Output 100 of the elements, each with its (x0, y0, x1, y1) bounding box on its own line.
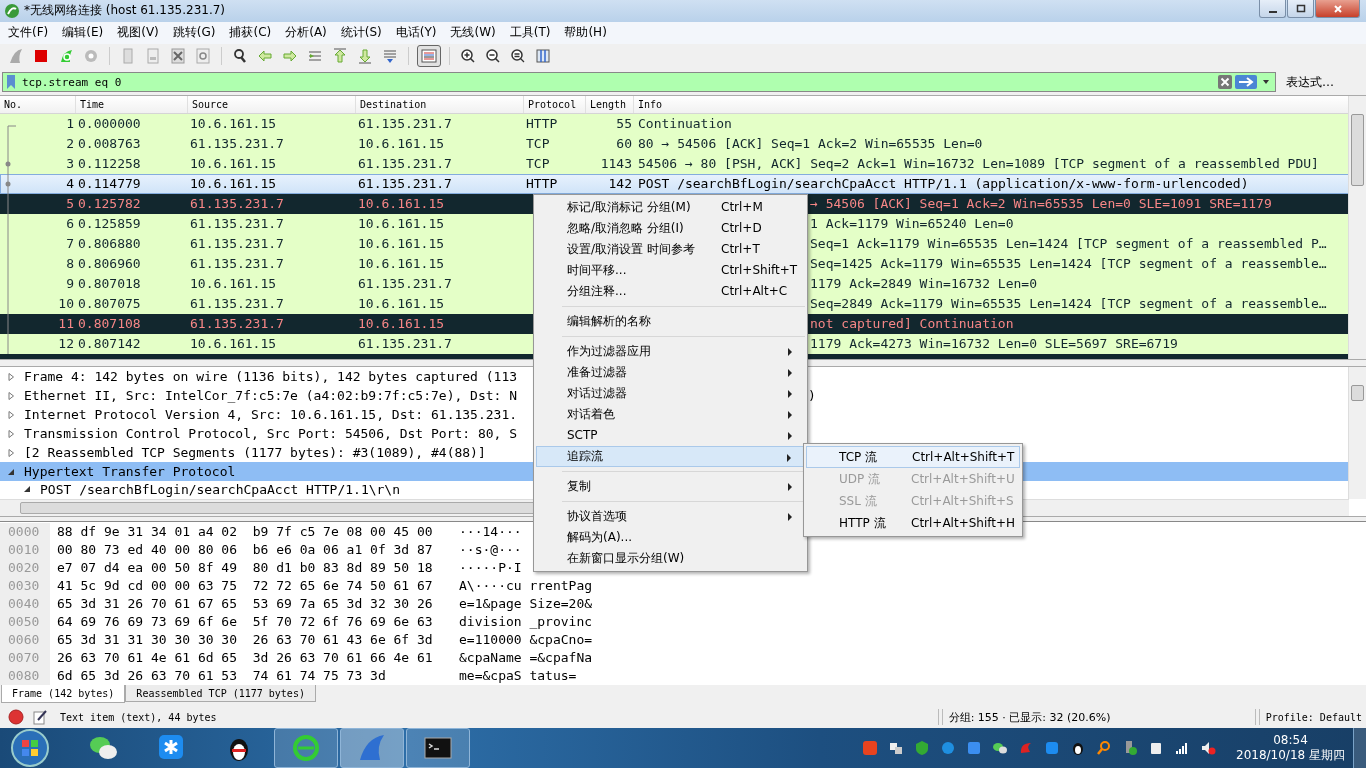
hex-bytes: 6d 65 3d 26 63 70 61 53 74 61 74 75 73 3d (56, 666, 387, 685)
table-cell-text: 61.135.231.7 (189, 195, 285, 214)
table-cell-text: 10.6.161.15 (189, 335, 278, 354)
table-cell-text: 61.135.231.7 (357, 335, 453, 354)
table-cell-text: 10.6.161.15 (189, 175, 278, 194)
table-cell-text: 0.000000 (77, 115, 142, 134)
hex-bytes: 65 3d 31 31 30 30 30 30 26 63 70 61 43 6e 6f 3d (56, 630, 434, 649)
table-cell-text: 0.807018 (77, 275, 142, 294)
hex-bytes: 64 69 76 69 73 69 6f 6e 5f 70 72 6f 76 69 6e 63 (56, 612, 434, 631)
ascii-text: e=1&page Size=20& (459, 594, 593, 613)
table-cell-text: 5 (65, 195, 75, 214)
table-cell-text: 1 Ack=1179 Win=65240 Len=0 (810, 215, 1014, 234)
tree-item-text: ) (808, 388, 816, 404)
status-text: Text item (text), 44 bytes (60, 711, 217, 723)
hex-bytes: 65 3d 31 26 70 61 67 65 53 69 7a 65 3d 32 30 26 (56, 594, 434, 613)
table-cell-text: 54506 → 80 [PSH, ACK] Seq=2 Ack=1 Win=16732 Len=1089 [TCP segment of a reassembled PDU] (637, 155, 1320, 174)
table-cell-text: → 54506 [ACK] Seq=1 Ack=2 Win=65535 Len=0 SLE=1091 SRE=1179 (810, 195, 1272, 214)
table-cell-text: Seq=1 Ack=1179 Win=65535 Len=1424 [TCP segment of a reassembled P… (810, 235, 1327, 254)
ascii-text: &cpaName =&cpafNa (459, 648, 593, 667)
table-cell-text: 0.806960 (77, 255, 142, 274)
table-cell-text: 6 (65, 215, 75, 234)
shortcut-label: Ctrl+Alt+Shift+H (911, 515, 1016, 532)
table-cell-text: 3 (65, 155, 75, 174)
shortcut-label: Ctrl+D (721, 220, 762, 237)
table-cell-text: 0.807075 (77, 295, 142, 314)
ascii-text: e=110000 &cpaCno= (459, 630, 593, 649)
table-cell-text: 10.6.161.15 (357, 195, 446, 214)
table-cell-text: 4 (65, 175, 75, 194)
hex-bytes: 00 80 73 ed 40 00 80 06 b6 e6 0a 06 a1 0f 3d 87 (56, 540, 434, 559)
table-cell-text: 1179 Ack=4273 Win=16732 Len=0 SLE=5697 SRE=6719 (810, 335, 1178, 354)
table-cell-text: 0.807142 (77, 335, 142, 354)
table-cell-text: 61.135.231.7 (357, 275, 453, 294)
table-cell-text: 61.135.231.7 (357, 175, 453, 194)
ascii-text: ·····P·I (459, 558, 522, 577)
shortcut-label: Ctrl+Shift+T (721, 262, 798, 279)
shortcut-label: Ctrl+Alt+Shift+T (912, 449, 1015, 466)
table-cell-text: 10.6.161.15 (357, 295, 446, 314)
table-cell-text: 142 (607, 175, 633, 194)
table-cell-text: not captured] Continuation (810, 315, 1014, 334)
shortcut-label: Ctrl+M (721, 199, 763, 216)
ascii-text: A\····cu rrentPag (459, 576, 593, 595)
table-cell-text: 2 (65, 135, 75, 154)
table-cell-text: Seq=2849 Ack=1179 Win=65535 Len=1424 [TCP segment of a reassemble… (810, 295, 1327, 314)
table-cell-text: 0.125859 (77, 215, 142, 234)
table-cell-text: 0.125782 (77, 195, 142, 214)
table-cell-text: 10.6.161.15 (357, 135, 446, 154)
hex-bytes: 26 63 70 61 4e 61 6d 65 3d 26 63 70 61 66 4e 61 (56, 648, 434, 667)
table-cell-text: 61.135.231.7 (189, 295, 285, 314)
table-cell-text: 10.6.161.15 (357, 235, 446, 254)
table-cell-text: 60 (615, 135, 633, 154)
table-cell-text: 0.806880 (77, 235, 142, 254)
table-cell-text: TCP (525, 135, 551, 154)
table-cell-text: 9 (65, 275, 75, 294)
table-cell-text: POST /searchBfLogin/searchCpaAcct HTTP/1.1 (application/x-www-form-urlencoded) (637, 175, 1250, 194)
table-cell-text: 1 (65, 115, 75, 134)
shortcut-label: Ctrl+Alt+Shift+U (911, 471, 1015, 488)
hex-bytes: 88 df 9e 31 34 01 a4 02 b9 7f c5 7e 08 00 45 00 (56, 522, 434, 541)
ascii-text: ···14··· (459, 522, 522, 541)
table-cell-text: 61.135.231.7 (189, 315, 285, 334)
table-cell-text: 80 → 54506 [ACK] Seq=1 Ack=2 Win=65535 Len=0 (637, 135, 984, 154)
table-cell-text: 11 (57, 315, 75, 334)
ascii-text: ··s·@··· (459, 540, 522, 559)
shortcut-label: Ctrl+Alt+Shift+S (911, 493, 1014, 510)
ascii-text: division _provinc (459, 612, 593, 631)
table-cell-text: 10 (57, 295, 75, 314)
offset-label: 0000 (0, 522, 50, 541)
table-cell-text: Seq=1425 Ack=1179 Win=65535 Len=1424 [TCP segment of a reassemble… (810, 255, 1327, 274)
table-cell-text: 0.807108 (77, 315, 142, 334)
table-cell-text: 10.6.161.15 (357, 255, 446, 274)
table-cell-text: 7 (65, 235, 75, 254)
table-cell-text: 1143 (599, 155, 633, 174)
table-cell-text: 10.6.161.15 (357, 215, 446, 234)
table-cell-text: 10.6.161.15 (189, 155, 278, 174)
shortcut-label: Ctrl+Alt+C (721, 283, 788, 300)
table-cell-text: HTTP (525, 175, 559, 194)
table-cell-text: 12 (57, 335, 75, 354)
table-cell-text: 61.135.231.7 (357, 155, 453, 174)
table-cell-text: 61.135.231.7 (357, 115, 453, 134)
table-cell-text: 61.135.231.7 (189, 255, 285, 274)
table-cell-text: 55 (615, 115, 633, 134)
table-cell-text: 10.6.161.15 (357, 315, 446, 334)
packet-count-text: 分组: 155 · 已显示: 32 (20.6%) (948, 709, 1112, 725)
hex-bytes: e7 07 d4 ea 00 50 8f 49 80 d1 b0 83 8d 89 50 18 (56, 558, 434, 577)
table-cell-text: 61.135.231.7 (189, 215, 285, 234)
shortcut-label: Ctrl+T (721, 241, 760, 258)
ascii-text: me=&cpaS tatus= (459, 666, 577, 685)
table-cell-text: 10.6.161.15 (189, 115, 278, 134)
table-cell-text: 8 (65, 255, 75, 274)
table-cell-text: 0.114779 (77, 175, 142, 194)
table-cell-text: Continuation (637, 115, 733, 134)
table-cell-text: 0.112258 (77, 155, 142, 174)
table-cell-text: HTTP (525, 115, 559, 134)
window-title: *无线网络连接 (host 61.135.231.7) (24, 2, 226, 20)
table-cell-text: TCP (525, 155, 551, 174)
table-cell-text: 61.135.231.7 (189, 235, 285, 254)
hex-bytes: 41 5c 9d cd 00 00 63 75 72 72 65 6e 74 50 61 67 (56, 576, 434, 595)
table-cell-text: 0.008763 (77, 135, 142, 154)
table-cell-text: 10.6.161.15 (189, 275, 278, 294)
table-cell-text: 1179 Ack=2849 Win=16732 Len=0 (810, 275, 1037, 294)
table-cell-text: 61.135.231.7 (189, 135, 285, 154)
